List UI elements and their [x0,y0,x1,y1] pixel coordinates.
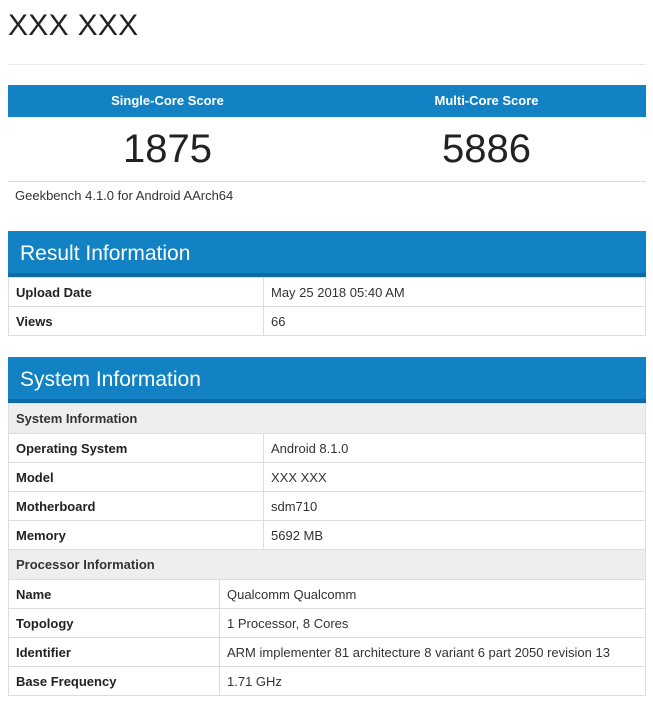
identifier-value: ARM implementer 81 architecture 8 varian… [219,637,646,667]
single-core-score: 1875 [123,127,212,171]
multi-core-score: 5886 [442,127,531,171]
page-title: XXX XXX [8,9,139,42]
motherboard-value: sdm710 [263,491,646,521]
table-row: Topology 1 Processor, 8 Cores [8,608,646,638]
base-frequency-key: Base Frequency [8,666,220,696]
identifier-key: Identifier [8,637,220,667]
processor-information-table: Processor Information Name Qualcomm Qual… [8,549,646,696]
memory-key: Memory [8,520,264,550]
topology-value: 1 Processor, 8 Cores [219,608,646,638]
topology-key: Topology [8,608,220,638]
system-subheader-row: System Information [8,403,646,434]
table-row: Upload Date May 25 2018 05:40 AM [8,277,646,307]
operating-system-key: Operating System [8,433,264,463]
memory-value: 5692 MB [263,520,646,550]
system-subheader: System Information [8,403,646,434]
processor-subheader-row: Processor Information [8,549,646,580]
benchmark-version: Geekbench 4.1.0 for Android AArch64 [15,188,234,203]
operating-system-value: Android 8.1.0 [263,433,646,463]
title-divider [8,64,646,65]
table-row: Base Frequency 1.71 GHz [8,666,646,696]
base-frequency-value: 1.71 GHz [219,666,646,696]
table-row: Motherboard sdm710 [8,491,646,521]
system-information-header: System Information [8,357,646,403]
score-header: Single-Core Score Multi-Core Score [8,85,646,117]
table-row: Model XXX XXX [8,462,646,492]
table-row: Identifier ARM implementer 81 architectu… [8,637,646,667]
result-information-section: Result Information Upload Date May 25 20… [8,231,646,336]
result-information-header: Result Information [8,231,646,277]
motherboard-key: Motherboard [8,491,264,521]
model-key: Model [8,462,264,492]
single-core-label: Single-Core Score [111,93,224,108]
result-information-table: Upload Date May 25 2018 05:40 AM Views 6… [8,277,646,336]
table-row: Operating System Android 8.1.0 [8,433,646,463]
score-panel: Single-Core Score Multi-Core Score 1875 … [8,85,646,182]
processor-name-key: Name [8,579,220,609]
processor-subheader: Processor Information [8,549,646,580]
views-key: Views [8,306,264,336]
score-values: 1875 5886 [8,117,646,182]
upload-date-value: May 25 2018 05:40 AM [263,277,646,307]
system-information-section: System Information System Information Op… [8,357,646,696]
system-information-table: System Information Operating System Andr… [8,403,646,550]
model-value: XXX XXX [263,462,646,492]
table-row: Name Qualcomm Qualcomm [8,579,646,609]
processor-name-value: Qualcomm Qualcomm [219,579,646,609]
table-row: Memory 5692 MB [8,520,646,550]
upload-date-key: Upload Date [8,277,264,307]
views-value: 66 [263,306,646,336]
table-row: Views 66 [8,306,646,336]
multi-core-label: Multi-Core Score [434,93,539,108]
